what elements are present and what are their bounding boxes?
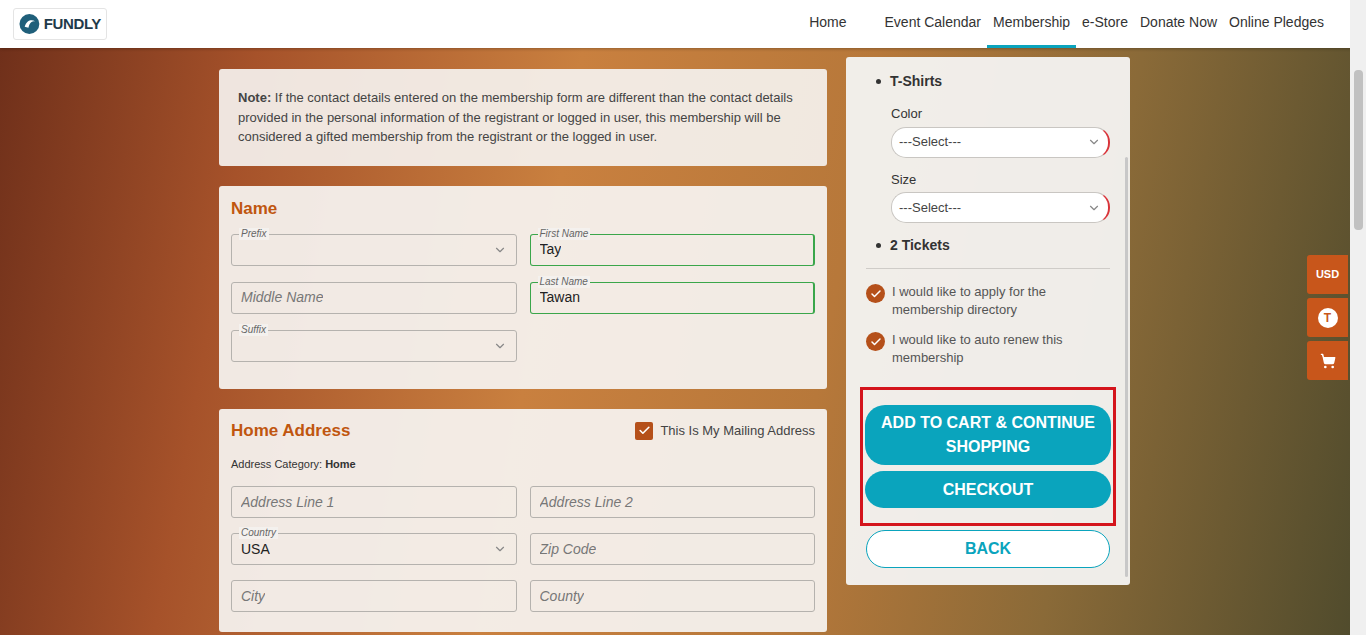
benefit-item: T-Shirts [866,71,1110,92]
page-scrollbar [1350,0,1366,635]
sidebar-scrollbar [1125,157,1128,577]
field-label: Country [239,527,278,539]
action-button[interactable]: CHECKOUT [865,471,1111,508]
nav-item[interactable]: Event Calendar [879,0,988,48]
check-icon [870,288,882,300]
field-label: First Name [538,228,591,240]
nav-item[interactable]: Online Pledges [1223,0,1330,48]
option-checkbox[interactable]: I would like to apply for the membership… [866,283,1110,319]
field-value: Tawan [540,287,580,308]
chevron-down-icon [1087,201,1101,215]
address-category: Address Category: Home [231,456,815,473]
content: Note: If the contact details entered on … [0,48,1366,635]
address-panel: Home Address This Is My Mailing Address Ad… [219,409,827,633]
membership-sidebar: T-Shirts Color---Select--- Size---Select--… [846,57,1130,585]
name-panel: Name Prefix First NameTay Middle Name Last N… [219,186,827,389]
cart-icon [1320,353,1336,369]
action-button[interactable]: BACK [866,530,1110,568]
side-tabs: USD T [1307,255,1348,380]
side-tab[interactable]: T [1307,298,1348,337]
field-placeholder: Address Line 1 [241,492,334,513]
side-tab[interactable] [1307,341,1348,380]
nav-item[interactable]: Membership [987,0,1076,48]
field-value: USA [241,539,270,560]
field-placeholder: City [241,586,265,607]
field-placeholder: Middle Name [241,287,323,308]
form-field[interactable]: Last NameTawan [530,282,816,314]
chevron-down-icon [493,542,507,556]
field-label: Prefix [239,228,269,240]
form-field[interactable]: Suffix [231,330,517,362]
mailing-checkbox[interactable]: This Is My Mailing Address [635,421,815,441]
option-select: Size---Select--- [891,170,1110,224]
action-group: BACK [866,530,1110,568]
form-field[interactable]: CountryUSA [231,533,517,565]
check-icon [638,424,651,437]
check-icon [870,336,882,348]
form-field[interactable]: Prefix [231,234,517,266]
form-field[interactable]: Address Line 2 [530,486,816,518]
form-field[interactable]: City [231,580,517,612]
logo[interactable]: FUNDLY [13,8,107,40]
select-box[interactable]: ---Select--- [891,192,1110,223]
main-nav: Home Event CalendarMembershipe-StoreDonat… [803,0,1330,48]
section-title: Name [231,198,815,220]
highlight-box: ADD TO CART & CONTINUE SHOPPING CHECKOUT [860,387,1116,526]
nav-item[interactable]: e-Store [1076,0,1134,48]
option-checkbox[interactable]: I would like to auto renew this membersh… [866,331,1110,367]
chevron-down-icon [493,243,507,257]
action-button[interactable]: ADD TO CART & CONTINUE SHOPPING [865,405,1111,465]
note-panel: Note: If the contact details entered on … [219,69,827,166]
logo-icon [19,13,40,35]
field-placeholder: Address Line 2 [540,492,633,513]
top-nav: FUNDLY Home Event CalendarMembershipe-Stor… [0,0,1366,48]
nav-item[interactable]: Donate Now [1134,0,1223,48]
select-box[interactable]: ---Select--- [891,127,1110,158]
chevron-down-icon [1087,135,1101,149]
field-value: Tay [540,239,562,260]
form-field[interactable]: Middle Name [231,282,517,314]
field-placeholder: County [540,586,584,607]
field-label: Last Name [538,276,590,288]
field-placeholder: Zip Code [540,539,597,560]
benefit-item: 2 Tickets [866,235,1110,256]
nav-item[interactable]: Home [803,0,852,48]
option-select: Color---Select--- [891,104,1110,158]
form-field[interactable]: First NameTay [530,234,816,266]
form-field[interactable]: Zip Code [530,533,816,565]
form-field[interactable]: County [530,580,816,612]
divider [866,268,1110,269]
page: FUNDLY Home Event CalendarMembershipe-Stor… [0,0,1366,635]
field-label: Suffix [239,324,268,336]
form-column: Note: If the contact details entered on … [219,48,827,632]
section-title: Home Address [231,420,350,442]
chevron-down-icon [493,339,507,353]
side-tab[interactable]: USD [1307,255,1348,294]
form-field[interactable]: Address Line 1 [231,486,517,518]
